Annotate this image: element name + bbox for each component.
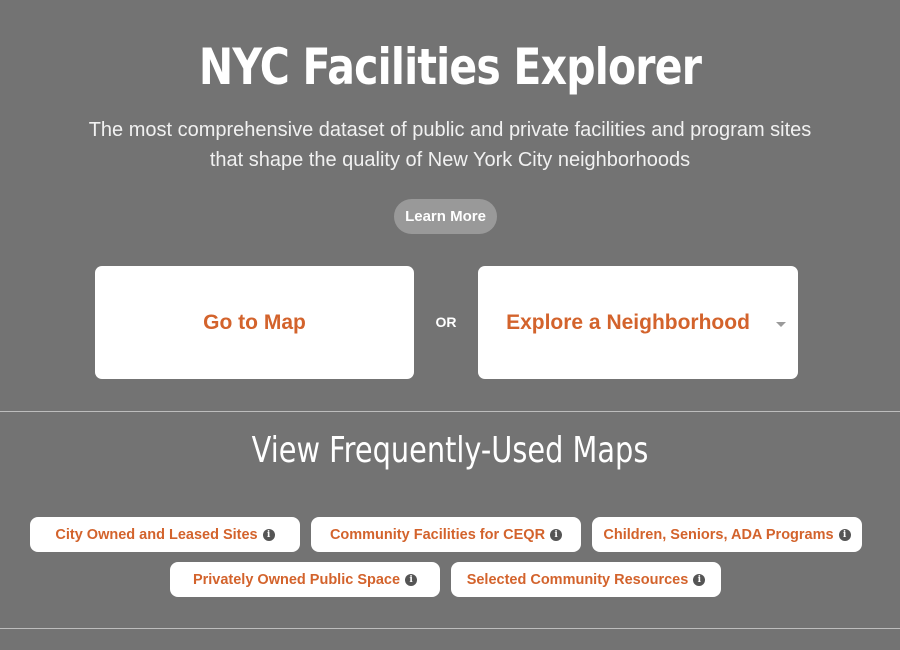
map-link-label: City Owned and Leased Sites <box>55 526 258 543</box>
info-icon[interactable]: i <box>405 573 418 586</box>
explore-neighborhood-dropdown[interactable]: Explore a Neighborhood <box>478 266 798 379</box>
hero-subtitle: The most comprehensive dataset of public… <box>0 115 900 175</box>
hero-subtitle-line-2: that shape the quality of New York City … <box>209 149 691 171</box>
explore-neighborhood-label: Explore a Neighborhood <box>506 310 750 334</box>
map-link-community-facilities-ceqr[interactable]: Community Facilities for CEQR i <box>311 517 581 552</box>
map-link-label: Community Facilities for CEQR <box>329 526 546 543</box>
or-separator: OR <box>435 314 457 330</box>
info-icon[interactable]: i <box>262 528 275 541</box>
go-to-map-label: Go to Map <box>203 310 306 334</box>
section-divider <box>0 411 900 412</box>
map-link-privately-owned-public-space[interactable]: Privately Owned Public Space i <box>170 562 440 597</box>
learn-more-button[interactable]: Learn More <box>394 199 497 234</box>
go-to-map-button[interactable]: Go to Map <box>95 266 414 379</box>
section-divider <box>0 628 900 629</box>
info-icon[interactable]: i <box>550 528 563 541</box>
page-title: NYC Facilities Explorer <box>198 38 702 96</box>
chevron-down-icon <box>776 322 786 327</box>
map-link-children-seniors-ada[interactable]: Children, Seniors, ADA Programs i <box>592 517 862 552</box>
info-icon[interactable]: i <box>838 528 851 541</box>
map-link-label: Children, Seniors, ADA Programs <box>603 526 834 543</box>
map-link-label: Privately Owned Public Space <box>192 571 401 588</box>
map-link-selected-community-resources[interactable]: Selected Community Resources i <box>451 562 721 597</box>
map-link-city-owned-leased[interactable]: City Owned and Leased Sites i <box>30 517 300 552</box>
frequent-maps-title: View Frequently-Used Maps <box>251 430 649 471</box>
info-icon[interactable]: i <box>693 573 706 586</box>
map-link-label: Selected Community Resources <box>466 571 689 588</box>
hero-subtitle-line-1: The most comprehensive dataset of public… <box>88 119 812 141</box>
